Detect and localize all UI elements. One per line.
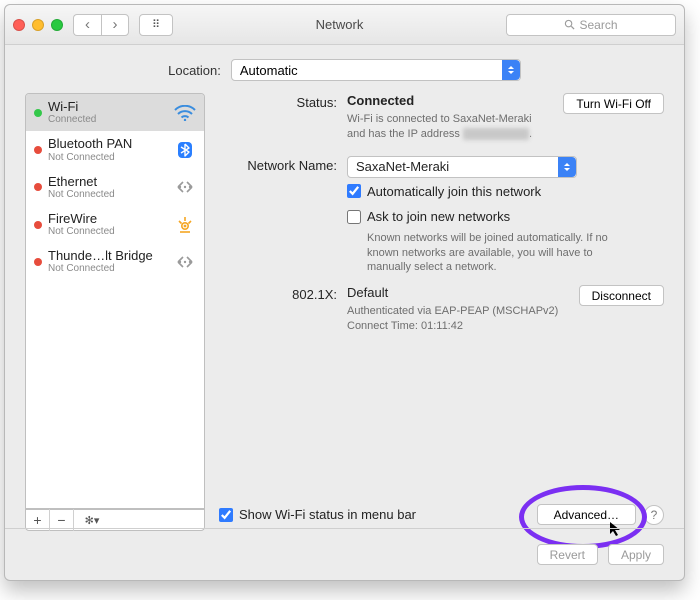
chevron-updown-icon (502, 60, 520, 80)
search-placeholder: Search (579, 18, 617, 32)
bluetooth-icon (174, 141, 196, 159)
wifi-icon (174, 104, 196, 122)
sidebar-item-firewire[interactable]: FireWire Not Connected (26, 206, 204, 243)
window-title: Network (173, 17, 506, 32)
status-value: Connected (347, 93, 414, 108)
disconnect-button[interactable]: Disconnect (579, 285, 664, 306)
ethernet-icon (174, 178, 196, 196)
show-status-input[interactable] (219, 508, 233, 522)
sidebar-item-status: Connected (48, 114, 168, 125)
sidebar-item-wifi[interactable]: Wi-Fi Connected (26, 94, 204, 131)
status-description: Wi-Fi is connected to SaxaNet-Meraki and… (347, 112, 551, 142)
firewire-icon (174, 216, 196, 234)
dot1x-value: Default (347, 285, 388, 300)
sidebar-item-label: Ethernet (48, 175, 168, 189)
search-input[interactable]: Search (506, 14, 676, 36)
status-dot-icon (34, 221, 42, 229)
zoom-window-button[interactable] (51, 19, 63, 31)
sidebar-item-status: Not Connected (48, 152, 168, 163)
dot1x-auth: Authenticated via EAP-PEAP (MSCHAPv2) (347, 304, 567, 319)
ip-address-redacted (463, 128, 529, 140)
sidebar-item-status: Not Connected (48, 189, 168, 200)
chevron-updown-icon (558, 157, 576, 177)
show-status-checkbox[interactable]: Show Wi-Fi status in menu bar (219, 507, 416, 522)
location-value: Automatic (240, 63, 298, 78)
ask-join-input[interactable] (347, 210, 361, 224)
apply-button[interactable]: Apply (608, 544, 664, 565)
back-button[interactable]: ‹ (73, 14, 101, 36)
ask-join-description: Known networks will be joined automatica… (367, 231, 627, 276)
sidebar-item-thunderbolt-bridge[interactable]: Thunde…lt Bridge Not Connected (26, 243, 204, 280)
location-select[interactable]: Automatic (231, 59, 521, 81)
sidebar-item-ethernet[interactable]: Ethernet Not Connected (26, 169, 204, 206)
status-dot-icon (34, 258, 42, 266)
auto-join-checkbox[interactable]: Automatically join this network (347, 184, 541, 199)
show-status-label: Show Wi-Fi status in menu bar (239, 507, 416, 522)
turn-wifi-off-button[interactable]: Turn Wi-Fi Off (563, 93, 664, 114)
status-dot-icon (34, 109, 42, 117)
sidebar-item-status: Not Connected (48, 226, 168, 237)
status-dot-icon (34, 146, 42, 154)
auto-join-input[interactable] (347, 184, 361, 198)
sidebar-item-bluetooth-pan[interactable]: Bluetooth PAN Not Connected (26, 131, 204, 168)
status-dot-icon (34, 183, 42, 191)
interface-list: Wi-Fi Connected Bluetooth PAN Not Connec… (25, 93, 205, 509)
sidebar-item-label: FireWire (48, 212, 168, 226)
auto-join-label: Automatically join this network (367, 184, 541, 199)
minimize-window-button[interactable] (32, 19, 44, 31)
dot1x-connect-time: Connect Time: 01:11:42 (347, 319, 567, 334)
ask-join-label: Ask to join new networks (367, 209, 510, 224)
network-name-select[interactable]: SaxaNet-Meraki (347, 156, 577, 178)
status-label: Status: (219, 93, 347, 110)
search-icon (564, 19, 575, 30)
sidebar-item-label: Wi-Fi (48, 100, 168, 114)
close-window-button[interactable] (13, 19, 25, 31)
ask-join-checkbox[interactable]: Ask to join new networks (347, 209, 510, 224)
dot1x-label: 802.1X: (219, 285, 347, 302)
sidebar-item-status: Not Connected (48, 263, 168, 274)
sidebar-item-label: Thunde…lt Bridge (48, 249, 168, 263)
sidebar-item-label: Bluetooth PAN (48, 137, 168, 151)
show-all-button[interactable]: ⠿ (139, 14, 173, 36)
forward-button[interactable]: › (101, 14, 129, 36)
ethernet-icon (174, 253, 196, 271)
revert-button[interactable]: Revert (537, 544, 598, 565)
network-name-label: Network Name: (219, 156, 347, 173)
help-button[interactable]: ? (644, 505, 664, 525)
window-controls (13, 19, 63, 31)
network-name-value: SaxaNet-Meraki (356, 159, 449, 174)
location-label: Location: (168, 63, 221, 78)
